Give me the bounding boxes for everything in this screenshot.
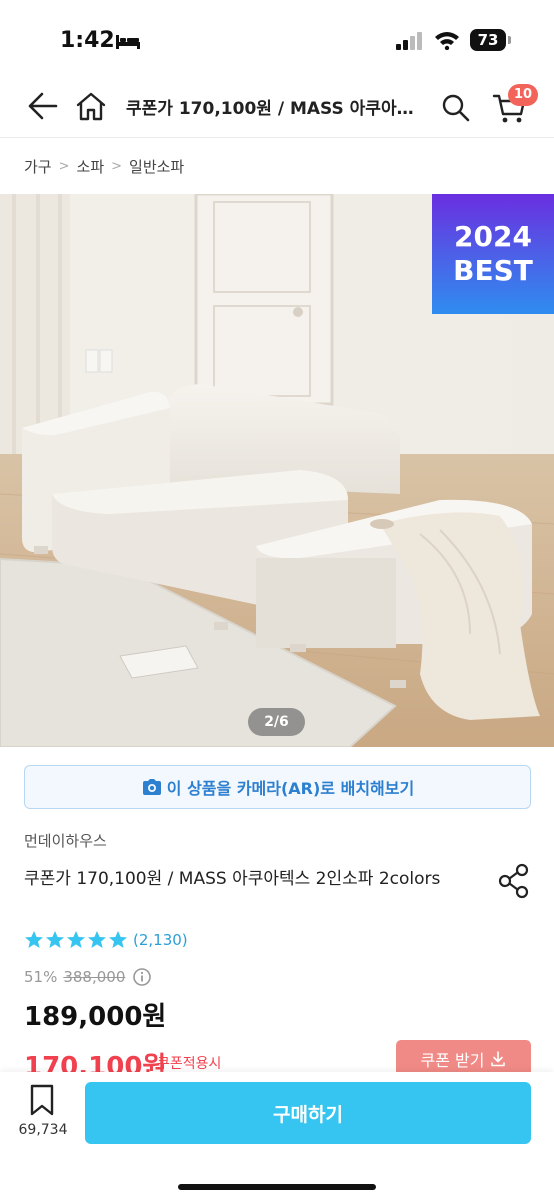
get-coupon-label: 쿠폰 받기	[420, 1051, 485, 1070]
rating-row[interactable]: (2,130)	[24, 929, 188, 951]
discount-percent: 51%	[24, 968, 58, 986]
signal-icon	[396, 32, 422, 50]
sale-price: 189,000원	[24, 1002, 167, 1032]
coupon-note: 쿠폰적용시	[157, 1056, 222, 1072]
star-icon	[25, 931, 43, 948]
back-arrow-icon[interactable]	[24, 90, 60, 122]
info-icon[interactable]	[132, 967, 152, 987]
brand-name[interactable]: 먼데이하우스	[24, 830, 107, 851]
bookmark-icon[interactable]	[28, 1084, 56, 1116]
home-indicator	[178, 1184, 376, 1190]
best-badge: 2024 BEST	[432, 194, 554, 314]
chevron-right-icon: >	[58, 158, 70, 174]
product-image-carousel[interactable]: 2024 BEST 2/6	[0, 194, 554, 747]
cart-count-badge: 10	[508, 84, 539, 106]
original-price: 388,000	[63, 968, 126, 986]
buy-button[interactable]: 구매하기	[85, 1082, 531, 1144]
bottom-action-bar: 69,734 구매하기	[0, 1072, 554, 1200]
chevron-right-icon: >	[111, 158, 123, 174]
star-icon	[88, 931, 106, 948]
review-count[interactable]: (2,130)	[133, 931, 188, 949]
breadcrumb-item-general-sofa[interactable]: 일반소파	[129, 156, 184, 177]
breadcrumb-item-sofa[interactable]: 소파	[77, 156, 105, 177]
discount-row: 51% 388,000	[24, 966, 152, 988]
home-icon[interactable]	[74, 90, 108, 122]
app-header: 쿠폰가 170,100원 / MASS 아쿠아텍스 2인소파 2colors 1…	[0, 80, 554, 138]
ar-view-button[interactable]: 이 상품을 카메라(AR)로 배치해보기	[24, 765, 531, 809]
wifi-icon	[435, 32, 459, 50]
breadcrumb: 가구 > 소파 > 일반소파	[24, 154, 184, 178]
bed-icon	[116, 35, 140, 49]
ar-view-label: 이 상품을 카메라(AR)로 배치해보기	[166, 779, 415, 798]
camera-icon	[142, 779, 161, 795]
bookmark-count: 69,734	[18, 1122, 68, 1138]
download-icon	[491, 1051, 506, 1067]
product-title: 쿠폰가 170,100원 / MASS 아쿠아텍스 2인소파 2colors	[24, 869, 441, 889]
breadcrumb-item-furniture[interactable]: 가구	[24, 156, 52, 177]
star-icon	[67, 931, 85, 948]
header-title: 쿠폰가 170,100원 / MASS 아쿠아텍스 2인소파 2colors	[126, 99, 426, 119]
best-badge-year: 2024	[454, 220, 532, 253]
status-bar: 1:42 73	[0, 0, 554, 80]
status-time: 1:42	[60, 28, 115, 53]
image-counter: 2/6	[248, 708, 305, 736]
search-icon[interactable]	[440, 92, 472, 124]
star-icon	[109, 931, 127, 948]
battery-tip	[508, 36, 511, 44]
star-icon	[46, 931, 64, 948]
share-icon[interactable]	[496, 862, 532, 900]
best-badge-text: BEST	[453, 254, 533, 287]
battery-indicator: 73	[470, 29, 506, 51]
